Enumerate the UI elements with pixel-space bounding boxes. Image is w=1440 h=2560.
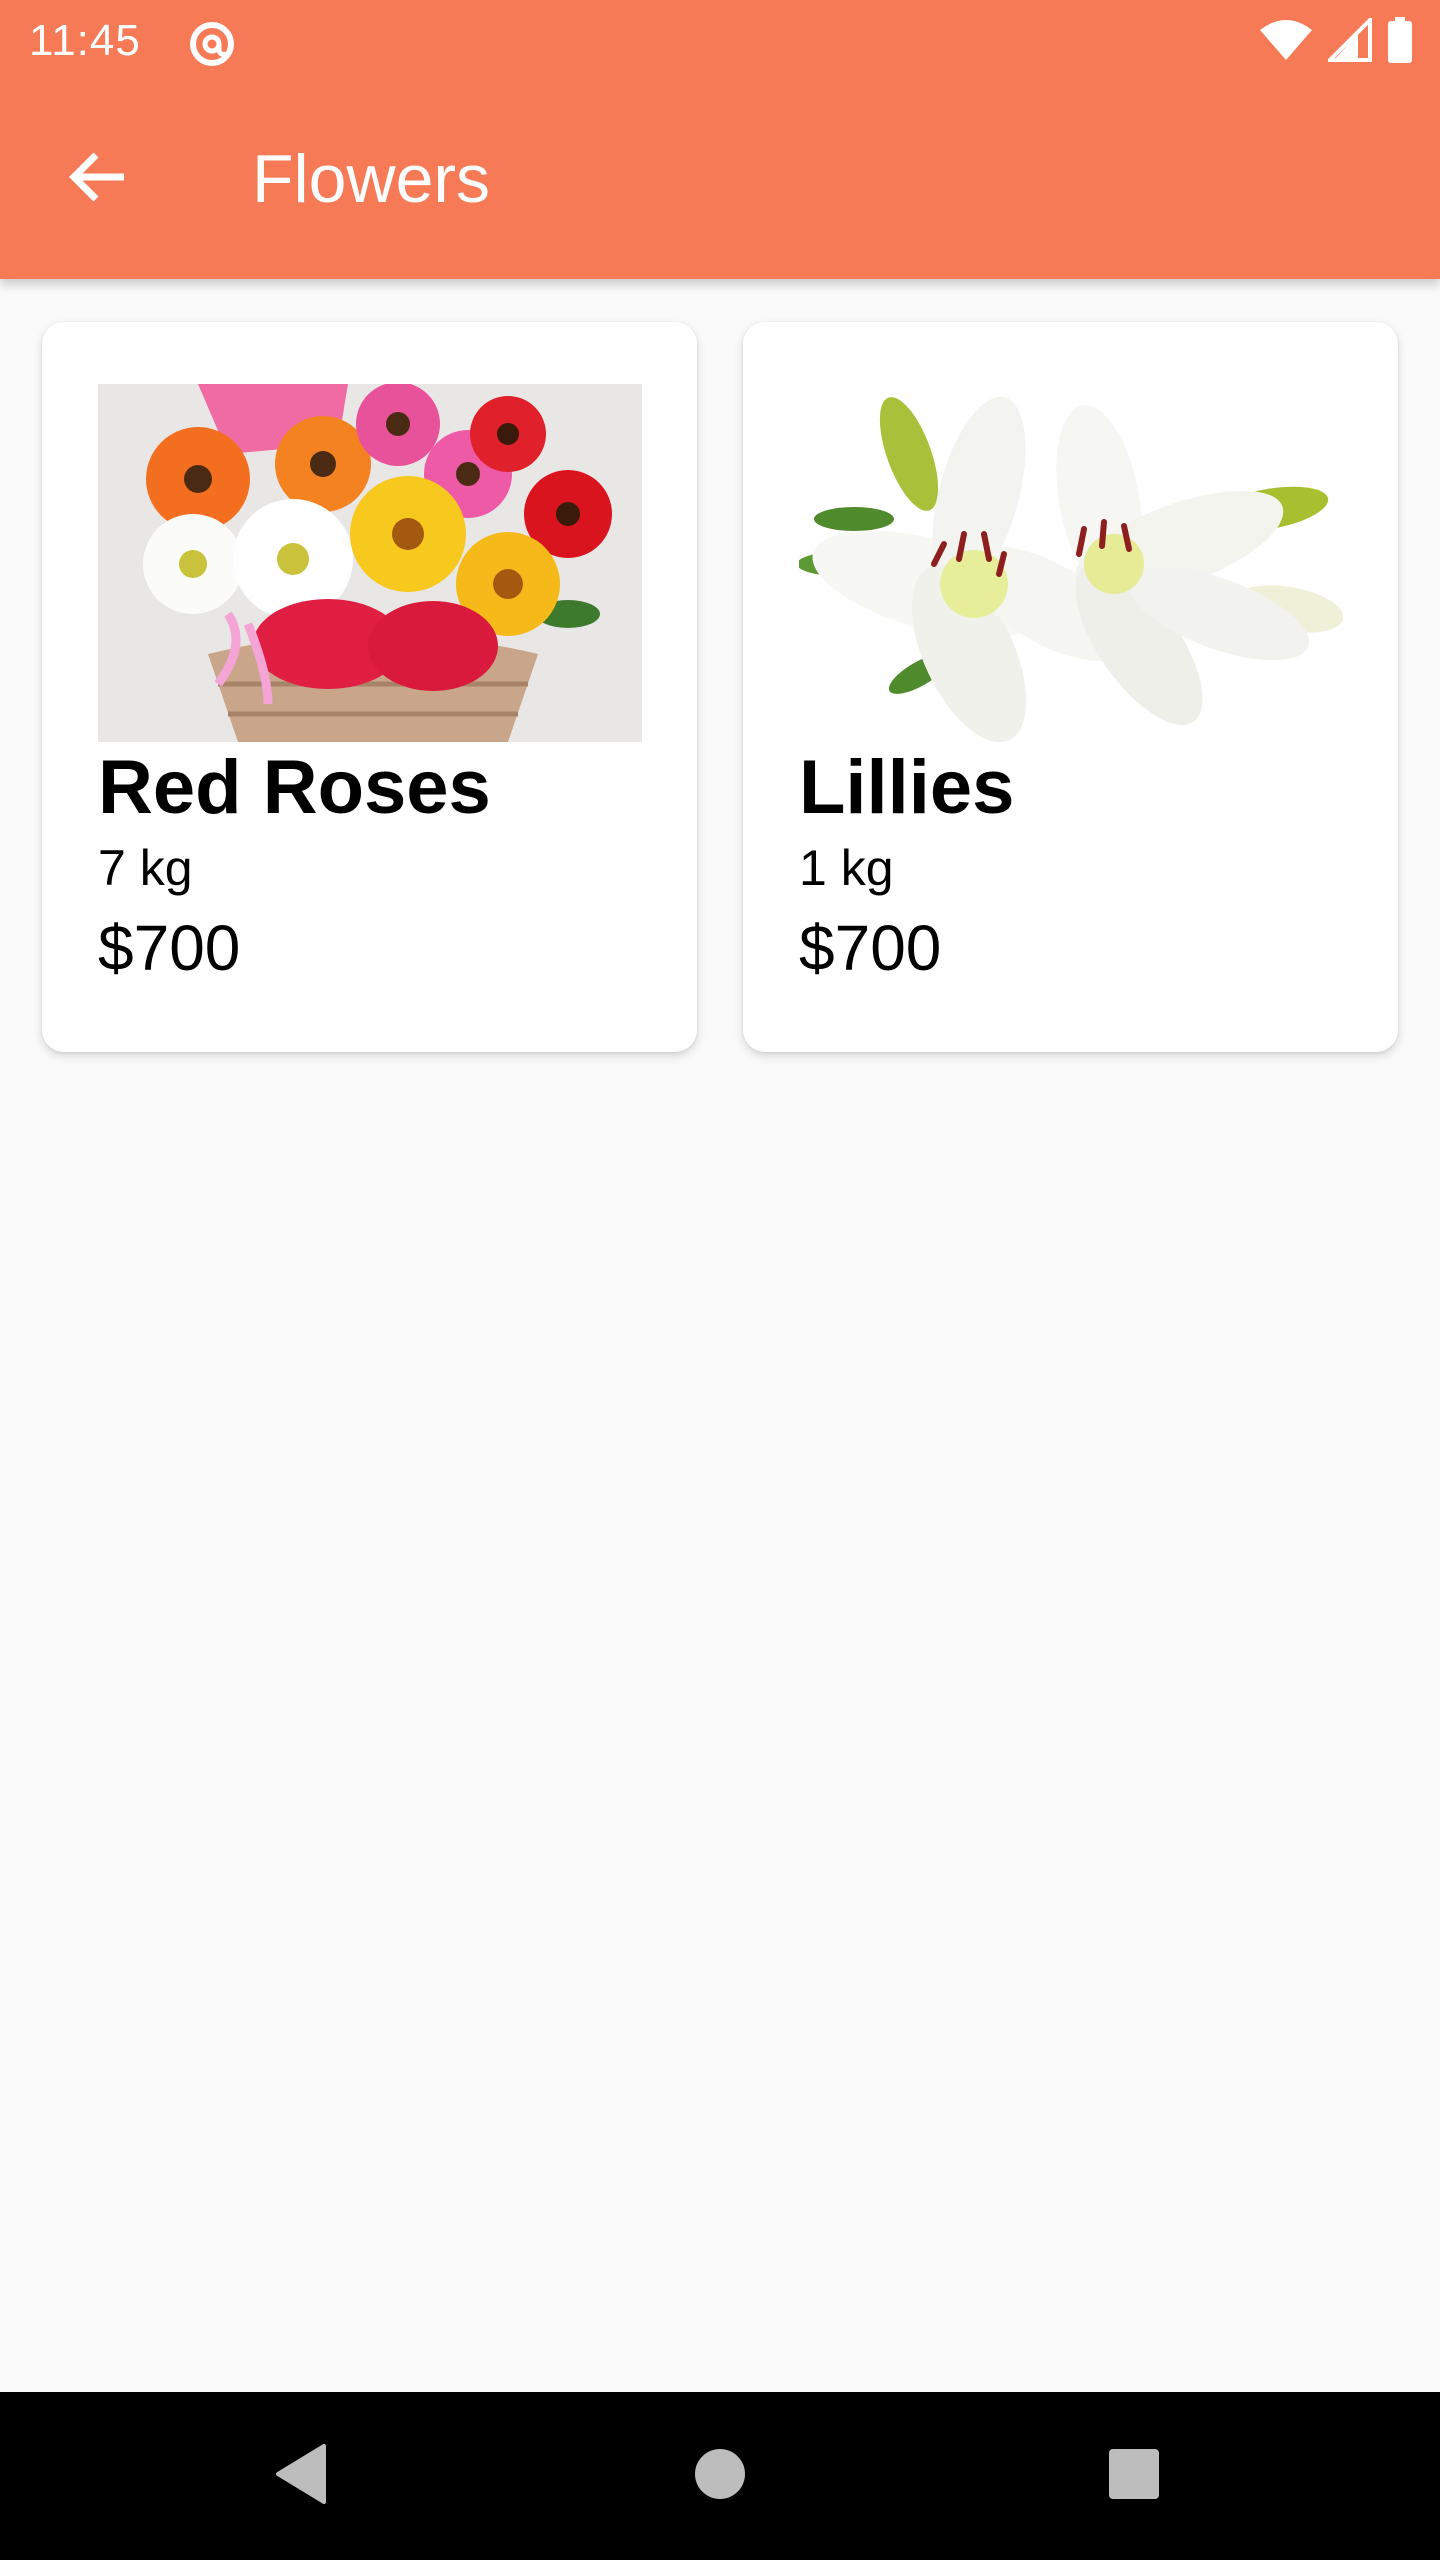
status-icons xyxy=(1258,14,1414,68)
arrow-back-icon xyxy=(66,145,130,214)
back-button[interactable] xyxy=(50,131,146,227)
nav-recents-button[interactable] xyxy=(1092,2434,1176,2518)
product-name: Red Roses xyxy=(98,745,491,830)
nav-home-button[interactable] xyxy=(678,2434,762,2518)
white-lilies-image xyxy=(799,384,1343,742)
product-card[interactable]: Lillies 1 kg $700 xyxy=(743,322,1398,1052)
signal-icon xyxy=(1325,14,1372,67)
battery-icon xyxy=(1386,16,1414,68)
status-bar: 11:45 xyxy=(0,0,1440,84)
wifi-icon xyxy=(1258,18,1314,67)
recents-square-icon xyxy=(1106,2446,1162,2507)
home-circle-icon xyxy=(692,2446,748,2507)
product-price: $700 xyxy=(98,912,241,984)
app-bar: Flowers xyxy=(0,84,1440,279)
nav-back-button[interactable] xyxy=(260,2434,344,2518)
top-bar: 11:45 Flowers xyxy=(0,0,1440,279)
product-price: $700 xyxy=(799,912,942,984)
product-weight: 1 kg xyxy=(799,840,894,896)
back-triangle-icon xyxy=(272,2442,332,2511)
product-card[interactable]: Red Roses 7 kg $700 xyxy=(42,322,697,1052)
page-title: Flowers xyxy=(252,141,491,217)
product-name: Lillies xyxy=(799,745,1015,830)
system-nav-bar xyxy=(0,2392,1440,2560)
product-weight: 7 kg xyxy=(98,840,193,896)
status-time: 11:45 xyxy=(29,16,141,65)
product-grid: Red Roses 7 kg $700 Lillies 1 kg $700 xyxy=(42,322,1398,1052)
at-sign-icon xyxy=(186,18,238,70)
flower-basket-image xyxy=(98,384,642,742)
